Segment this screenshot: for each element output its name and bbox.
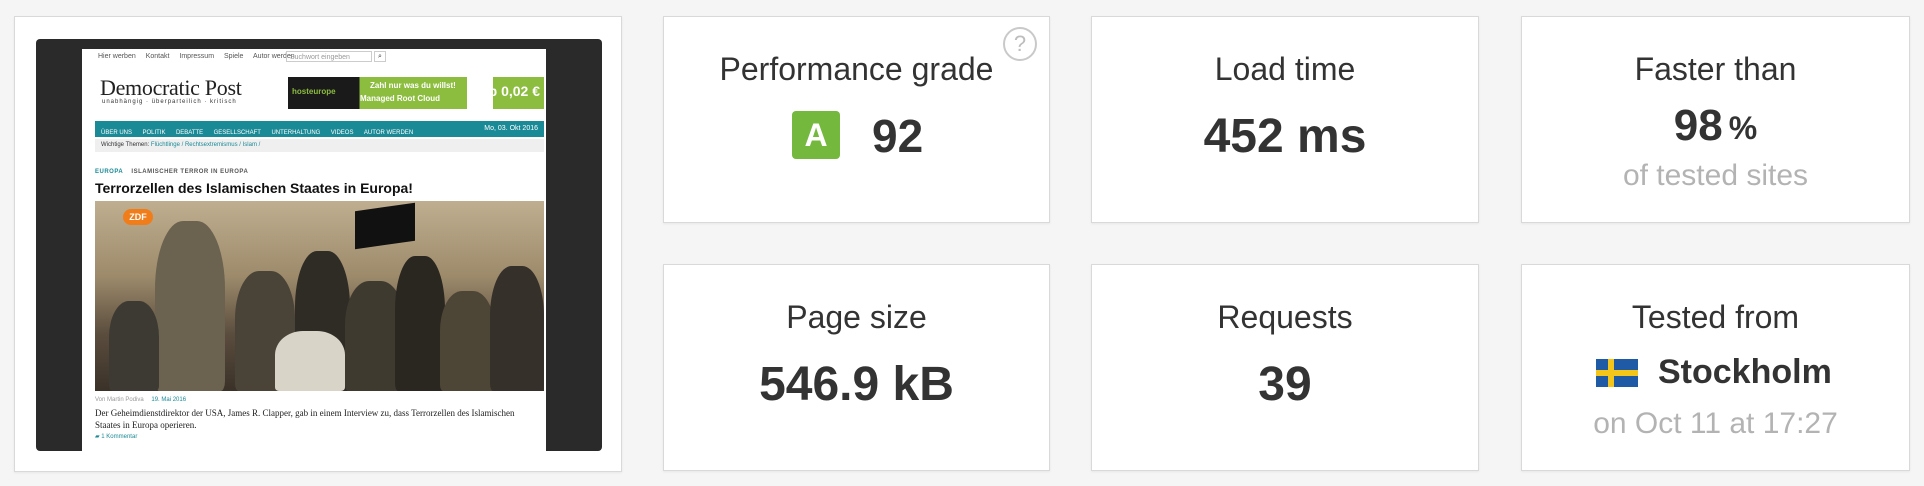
faster-than-value: 98 — [1673, 101, 1723, 150]
themes-bar: Wichtige Themen: Flüchtlinge / Rechtsext… — [95, 139, 544, 152]
top-link: Spiele — [223, 53, 244, 60]
tested-from-city: Stockholm — [1658, 353, 1832, 391]
article-teaser: Der Geheimdienstdirektor der USA, James … — [95, 408, 515, 430]
faster-than-unit: % — [1728, 109, 1758, 146]
photo-figure — [440, 291, 495, 391]
load-time-card: Load time 452 ms — [1091, 16, 1479, 223]
performance-grade-card: Performance grade ? A 92 — [663, 16, 1050, 223]
byline-date: 19. Mai 2016 — [151, 397, 187, 403]
tested-from-card: Tested from Stockholm on Oct 11 at 17:27 — [1521, 264, 1910, 471]
themes-links: Flüchtlinge / Rechtsextremismus / Islam … — [150, 142, 261, 148]
page-size-label: Page size — [786, 299, 927, 335]
site-search-input: Suchwort eingeben — [286, 51, 372, 62]
load-time-label: Load time — [1214, 51, 1356, 87]
top-link: Kontakt — [145, 53, 170, 60]
ad-line1: Zahl nur was du willst! — [370, 81, 456, 90]
page-size-card: Page size 546.9 kB — [663, 264, 1050, 471]
tested-from-label: Tested from — [1631, 299, 1800, 335]
performance-score: 92 — [872, 110, 924, 162]
site-tagline: unabhängig · überparteilich · kritisch — [102, 99, 237, 105]
screenshot-page: Hier werben Kontakt Impressum Spiele Aut… — [82, 49, 546, 451]
requests-label: Requests — [1217, 299, 1353, 335]
screenshot-frame: Hier werben Kontakt Impressum Spiele Aut… — [36, 39, 602, 451]
photo-figure — [109, 301, 159, 391]
photo-figure — [490, 266, 544, 391]
photo-figure — [395, 256, 445, 391]
top-links: Hier werben Kontakt Impressum Spiele Aut… — [98, 53, 303, 60]
comment-icon: ▰ — [95, 434, 100, 440]
zdf-watermark: ZDF — [123, 209, 153, 225]
requests-value: 39 — [1258, 358, 1312, 411]
site-screenshot-card: Hier werben Kontakt Impressum Spiele Aut… — [14, 16, 622, 472]
performance-grade-label: Performance grade — [719, 51, 994, 87]
ad-brand: hosteurope — [292, 87, 336, 96]
page-size-value: 546.9 kB — [759, 358, 954, 411]
banner-ad: hosteurope Zahl nur was du willst! Manag… — [288, 77, 544, 109]
help-icon[interactable]: ? — [1003, 27, 1037, 61]
load-time-value: 452 ms — [1203, 110, 1367, 163]
black-flag-shape — [355, 202, 415, 250]
themes-label: Wichtige Themen: — [101, 142, 150, 148]
article-photo: ZDF — [95, 201, 544, 391]
top-link: Impressum — [179, 53, 215, 60]
photo-figure — [275, 331, 345, 391]
kicker-category: EUROPA — [95, 169, 124, 175]
site-main-nav: ÜBER UNS POLITIK DEBATTE GESELLSCHAFT UN… — [95, 121, 544, 137]
article-kicker: EUROPA ISLAMISCHER TERROR IN EUROPA — [95, 169, 248, 175]
comments-count: 1 Kommentar — [101, 434, 138, 440]
faster-than-label: Faster than — [1634, 51, 1797, 87]
grade-badge: A — [792, 111, 840, 159]
ad-price: ab 0,02 € — [480, 83, 540, 99]
photo-figure — [155, 221, 225, 391]
site-logo: Democratic Post — [100, 75, 242, 100]
site-date: Mo, 03. Okt 2016 — [484, 125, 538, 132]
ad-line2: Managed Root Cloud — [360, 94, 440, 103]
top-link: Hier werben — [98, 53, 136, 60]
faster-than-sub: of tested sites — [1622, 159, 1809, 192]
kicker-topic: ISLAMISCHER TERROR IN EUROPA — [131, 169, 249, 175]
sweden-flag-icon — [1596, 359, 1638, 387]
comments-link: ▰ 1 Kommentar — [95, 433, 137, 440]
faster-than-value-row: 98% — [1522, 101, 1909, 151]
article-headline: Terrorzellen des Islamischen Staates in … — [95, 180, 413, 196]
article-byline: Von Martin Podiva 19. Mai 2016 — [95, 397, 186, 403]
requests-card: Requests 39 — [1091, 264, 1479, 471]
tested-from-time: on Oct 11 at 17:27 — [1593, 407, 1838, 440]
search-icon: ⌕ — [374, 51, 386, 62]
faster-than-card: Faster than 98% of tested sites — [1521, 16, 1910, 223]
byline-author: Von Martin Podiva — [95, 397, 144, 403]
